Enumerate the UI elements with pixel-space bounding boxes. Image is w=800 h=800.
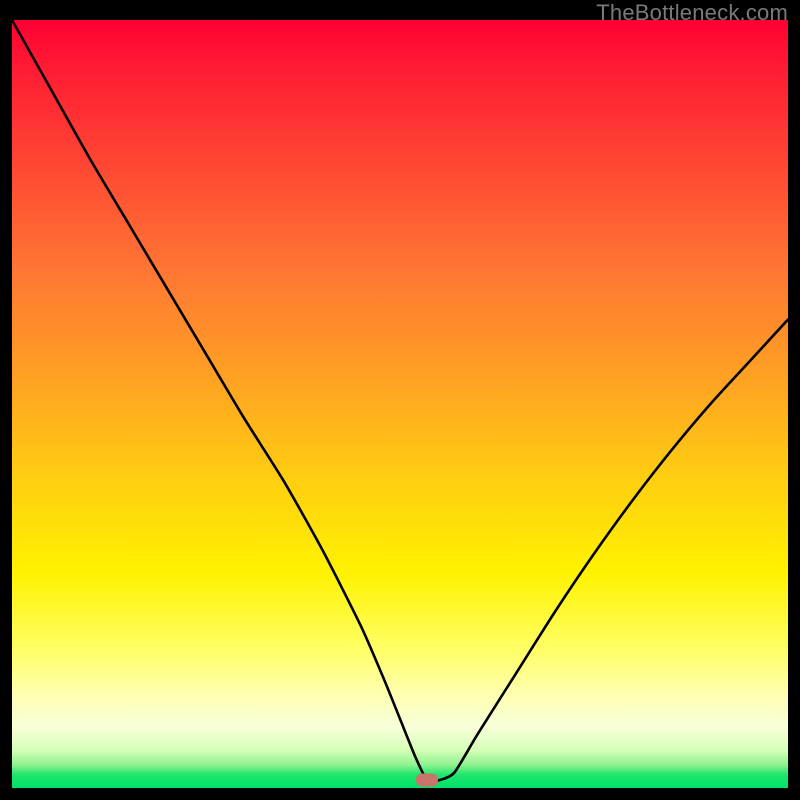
bottleneck-curve <box>12 20 788 788</box>
optimal-point-marker <box>416 774 438 787</box>
chart-container: TheBottleneck.com <box>0 0 800 800</box>
watermark-label: TheBottleneck.com <box>596 0 788 26</box>
plot-area <box>12 20 788 788</box>
